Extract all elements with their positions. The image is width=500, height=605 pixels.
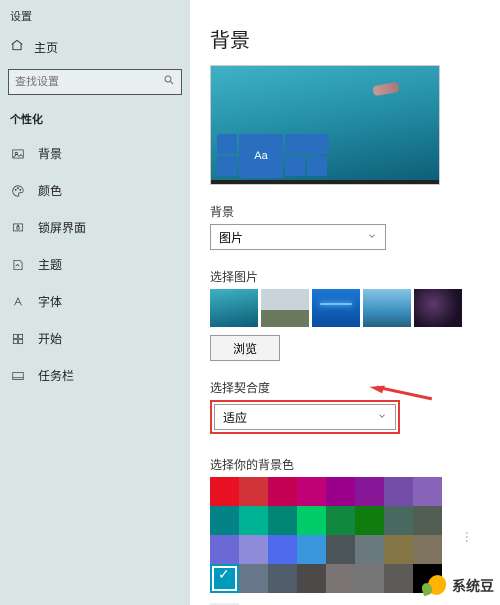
preview-tile-text: Aa	[239, 134, 283, 178]
color-swatch[interactable]	[297, 535, 326, 564]
more-icon[interactable]: ⋯	[460, 531, 474, 545]
color-swatch[interactable]	[268, 564, 297, 593]
nav-label: 开始	[38, 330, 62, 347]
image-thumbnails	[210, 289, 484, 327]
start-icon	[10, 332, 26, 346]
home-label: 主页	[34, 39, 58, 56]
color-swatch[interactable]	[210, 477, 239, 506]
font-icon	[10, 295, 26, 309]
nav-label: 任务栏	[38, 367, 74, 384]
nav-label: 锁屏界面	[38, 219, 86, 236]
app-title: 设置	[0, 6, 190, 30]
color-swatch[interactable]	[268, 506, 297, 535]
color-swatch[interactable]	[268, 535, 297, 564]
color-swatch[interactable]	[297, 477, 326, 506]
color-swatch[interactable]	[297, 564, 326, 593]
sidebar: 设置 主页 个性化 背景 颜色 锁屏界面 主题	[0, 0, 190, 605]
preview-graphic	[372, 82, 399, 96]
lock-screen-icon	[10, 221, 26, 235]
home-button[interactable]: 主页	[0, 30, 190, 65]
combo-value: 适应	[223, 409, 247, 426]
picture-icon	[10, 147, 26, 161]
pick-image-label: 选择图片	[210, 268, 484, 285]
nav-label: 背景	[38, 145, 62, 162]
thumbnail-4[interactable]	[363, 289, 411, 327]
color-swatch[interactable]	[210, 506, 239, 535]
chevron-down-icon	[377, 410, 387, 424]
thumbnail-3[interactable]	[312, 289, 360, 327]
thumbnail-2[interactable]	[261, 289, 309, 327]
thumbnail-1[interactable]	[210, 289, 258, 327]
watermark-text: 系统豆	[452, 576, 494, 596]
color-swatch[interactable]	[384, 506, 413, 535]
color-swatch[interactable]	[413, 535, 442, 564]
chevron-down-icon	[367, 230, 377, 244]
page-title: 背景	[210, 24, 484, 53]
color-swatch[interactable]	[239, 506, 268, 535]
annotation-highlight: 适应	[210, 400, 400, 434]
color-swatch[interactable]	[239, 535, 268, 564]
sidebar-item-taskbar[interactable]: 任务栏	[0, 357, 190, 394]
color-swatch[interactable]	[355, 506, 384, 535]
combo-value: 图片	[219, 229, 243, 246]
background-type-label: 背景	[210, 203, 484, 220]
nav-label: 字体	[38, 293, 62, 310]
section-title: 个性化	[0, 105, 190, 135]
sidebar-item-fonts[interactable]: 字体	[0, 283, 190, 320]
search-input[interactable]	[8, 69, 182, 95]
search-icon	[163, 73, 175, 91]
sidebar-item-lockscreen[interactable]: 锁屏界面	[0, 209, 190, 246]
color-swatch[interactable]	[210, 535, 239, 564]
background-type-combo[interactable]: 图片	[210, 224, 386, 250]
color-swatch[interactable]	[355, 564, 384, 593]
sidebar-item-themes[interactable]: 主题	[0, 246, 190, 283]
nav-label: 颜色	[38, 182, 62, 199]
theme-icon	[10, 258, 26, 272]
color-swatch[interactable]	[413, 477, 442, 506]
color-swatch[interactable]	[239, 477, 268, 506]
watermark: 系统豆	[422, 573, 494, 599]
preview-start-mock: Aa	[217, 134, 329, 178]
color-swatch[interactable]	[326, 477, 355, 506]
sidebar-item-colors[interactable]: 颜色	[0, 172, 190, 209]
home-icon	[10, 38, 24, 57]
sidebar-item-start[interactable]: 开始	[0, 320, 190, 357]
color-swatch-grid	[210, 477, 442, 593]
watermark-logo	[422, 573, 448, 599]
color-swatch[interactable]	[355, 535, 384, 564]
color-swatch[interactable]	[326, 564, 355, 593]
background-preview: Aa	[210, 65, 440, 185]
color-swatch[interactable]	[355, 477, 384, 506]
color-swatch[interactable]	[268, 477, 297, 506]
color-swatch[interactable]	[384, 564, 413, 593]
bg-color-label: 选择你的背景色	[210, 456, 484, 473]
sidebar-item-background[interactable]: 背景	[0, 135, 190, 172]
browse-button[interactable]: 浏览	[210, 335, 280, 361]
taskbar-icon	[10, 369, 26, 383]
color-swatch[interactable]	[384, 535, 413, 564]
fit-combo[interactable]: 适应	[214, 404, 396, 430]
color-swatch[interactable]	[297, 506, 326, 535]
search-field[interactable]	[15, 76, 163, 88]
nav-label: 主题	[38, 256, 62, 273]
color-swatch[interactable]	[239, 564, 268, 593]
color-swatch[interactable]	[413, 506, 442, 535]
palette-icon	[10, 184, 26, 198]
color-swatch[interactable]	[384, 477, 413, 506]
thumbnail-5[interactable]	[414, 289, 462, 327]
fit-label: 选择契合度	[210, 379, 484, 396]
color-swatch[interactable]	[326, 535, 355, 564]
content-area: 背景 Aa 背景 图片 选择图片	[190, 0, 500, 605]
color-swatch[interactable]	[210, 564, 239, 593]
color-swatch[interactable]	[326, 506, 355, 535]
